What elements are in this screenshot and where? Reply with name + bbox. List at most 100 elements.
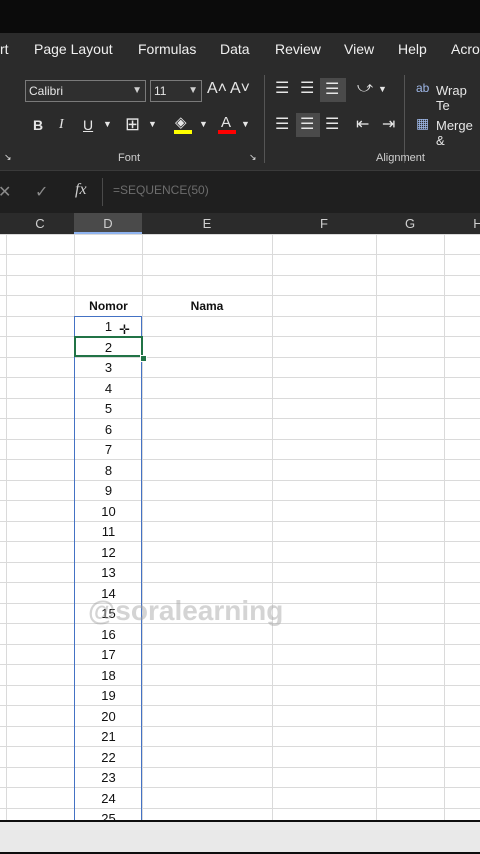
wrap-text-icon[interactable]: ab xyxy=(416,81,429,95)
gridline xyxy=(0,295,480,296)
gridline xyxy=(142,234,143,820)
cell-value[interactable]: 18 xyxy=(75,668,142,683)
cell-value[interactable]: 22 xyxy=(75,750,142,765)
gridline xyxy=(0,336,480,337)
cell-value[interactable]: 11 xyxy=(75,524,142,539)
decrease-indent-icon[interactable]: ⇤ xyxy=(356,114,369,134)
cell-value[interactable]: 13 xyxy=(75,565,142,580)
gridline xyxy=(0,234,480,235)
cell-value[interactable]: 8 xyxy=(75,463,142,478)
dialog-launcher-icon[interactable]: ↘ xyxy=(4,152,12,163)
align-left-icon[interactable]: ☰ xyxy=(275,114,289,134)
formula-bar: ✕ ✓ fx =SEQUENCE(50) xyxy=(0,170,480,214)
tab-help[interactable]: Help xyxy=(398,41,427,57)
cell-value[interactable]: 10 xyxy=(75,504,142,519)
gridline xyxy=(0,418,480,419)
gridline xyxy=(0,275,480,276)
font-color-icon[interactable]: A xyxy=(221,114,231,131)
cell-value[interactable]: 21 xyxy=(75,729,142,744)
cell-value[interactable]: 2 xyxy=(75,340,142,355)
cell-value[interactable]: 9 xyxy=(75,483,142,498)
cell-value[interactable]: 25 xyxy=(75,811,142,820)
column-headers: C D E F G H xyxy=(0,213,480,235)
chevron-down-icon[interactable]: ▼ xyxy=(103,119,112,129)
watermark: @soralearning xyxy=(88,595,284,626)
underline-button[interactable]: U xyxy=(83,117,93,133)
tab-insert[interactable]: rt xyxy=(0,41,9,57)
cell-value[interactable]: 20 xyxy=(75,709,142,724)
italic-button[interactable]: I xyxy=(59,117,64,133)
gridline xyxy=(0,316,480,317)
align-center-icon: ☰ xyxy=(300,116,315,133)
column-header-h[interactable]: H xyxy=(444,216,480,231)
bold-button[interactable]: B xyxy=(33,117,43,133)
cell-value[interactable]: 12 xyxy=(75,545,142,560)
gridline xyxy=(6,234,7,820)
gridline xyxy=(0,705,480,706)
gridline xyxy=(0,439,480,440)
align-center-button[interactable]: ☰ xyxy=(296,113,320,137)
cell-value[interactable]: 1 xyxy=(75,319,142,334)
worksheet-grid[interactable]: Nomor Nama 1 2 3 4 5 6 7 8 9 10 11 12 13… xyxy=(0,234,480,820)
cell-value[interactable]: 5 xyxy=(75,401,142,416)
tab-acrobat[interactable]: Acro xyxy=(451,41,480,57)
column-header-e[interactable]: E xyxy=(142,216,272,231)
cell-value[interactable]: 4 xyxy=(75,381,142,396)
tab-view[interactable]: View xyxy=(344,41,374,57)
tab-page-layout[interactable]: Page Layout xyxy=(34,41,113,57)
wrap-text-button[interactable]: Wrap Te xyxy=(436,83,480,113)
chevron-down-icon[interactable]: ▼ xyxy=(199,119,208,129)
cancel-icon[interactable]: ✕ xyxy=(0,182,11,202)
cell-value[interactable]: 3 xyxy=(75,360,142,375)
tab-formulas[interactable]: Formulas xyxy=(138,41,196,57)
increase-indent-icon[interactable]: ⇥ xyxy=(382,114,395,134)
formula-input[interactable]: =SEQUENCE(50) xyxy=(113,183,209,197)
cell-value[interactable]: 24 xyxy=(75,791,142,806)
status-strip xyxy=(0,822,480,852)
chevron-down-icon[interactable]: ▼ xyxy=(148,119,157,129)
ribbon-tab-bar: rt Page Layout Formulas Data Review View… xyxy=(0,33,480,67)
font-size-value: 11 xyxy=(154,84,167,98)
group-divider xyxy=(264,75,265,163)
tab-data[interactable]: Data xyxy=(220,41,250,57)
align-middle-icon[interactable]: ☰ xyxy=(300,78,314,98)
grow-font-button[interactable]: A˄ xyxy=(207,80,227,98)
fill-color-icon[interactable]: ◈ xyxy=(175,113,187,131)
gridline xyxy=(0,787,480,788)
align-bottom-button[interactable]: ☰ xyxy=(320,78,346,102)
shrink-font-button[interactable]: A˅ xyxy=(230,80,250,98)
gridline xyxy=(0,644,480,645)
tab-review[interactable]: Review xyxy=(275,41,321,57)
header-cell-nomor[interactable]: Nomor xyxy=(75,299,142,313)
cell-value[interactable]: 6 xyxy=(75,422,142,437)
borders-icon[interactable]: ⊞ xyxy=(125,114,140,135)
cell-value[interactable]: 19 xyxy=(75,688,142,703)
gridline xyxy=(0,521,480,522)
column-header-c[interactable]: C xyxy=(6,216,74,231)
column-header-d[interactable]: D xyxy=(74,216,142,231)
orientation-icon[interactable]: ⤻ xyxy=(357,79,373,96)
insert-function-icon[interactable]: fx xyxy=(75,181,87,199)
cell-value[interactable]: 23 xyxy=(75,770,142,785)
merge-center-button[interactable]: Merge & xyxy=(436,118,480,148)
column-header-g[interactable]: G xyxy=(376,216,444,231)
cell-value[interactable]: 7 xyxy=(75,442,142,457)
font-name-dropdown[interactable]: Calibri ▼ xyxy=(25,80,146,102)
align-top-icon[interactable]: ☰ xyxy=(275,78,289,98)
chevron-down-icon: ▼ xyxy=(188,85,198,96)
dialog-launcher-icon[interactable]: ↘ xyxy=(249,152,257,163)
enter-icon[interactable]: ✓ xyxy=(35,182,48,202)
chevron-down-icon[interactable]: ▼ xyxy=(241,119,250,129)
font-group-label: Font xyxy=(118,152,141,164)
merge-center-icon[interactable]: ▦ xyxy=(416,115,429,132)
header-cell-nama[interactable]: Nama xyxy=(142,299,272,313)
column-header-f[interactable]: F xyxy=(272,216,376,231)
formula-divider xyxy=(102,178,103,206)
gridline xyxy=(0,357,480,358)
chevron-down-icon[interactable]: ▼ xyxy=(378,84,387,94)
cell-value[interactable]: 17 xyxy=(75,647,142,662)
gridline xyxy=(0,541,480,542)
font-size-dropdown[interactable]: 11 ▼ xyxy=(150,80,202,102)
align-right-icon[interactable]: ☰ xyxy=(325,114,339,134)
cell-value[interactable]: 16 xyxy=(75,627,142,642)
